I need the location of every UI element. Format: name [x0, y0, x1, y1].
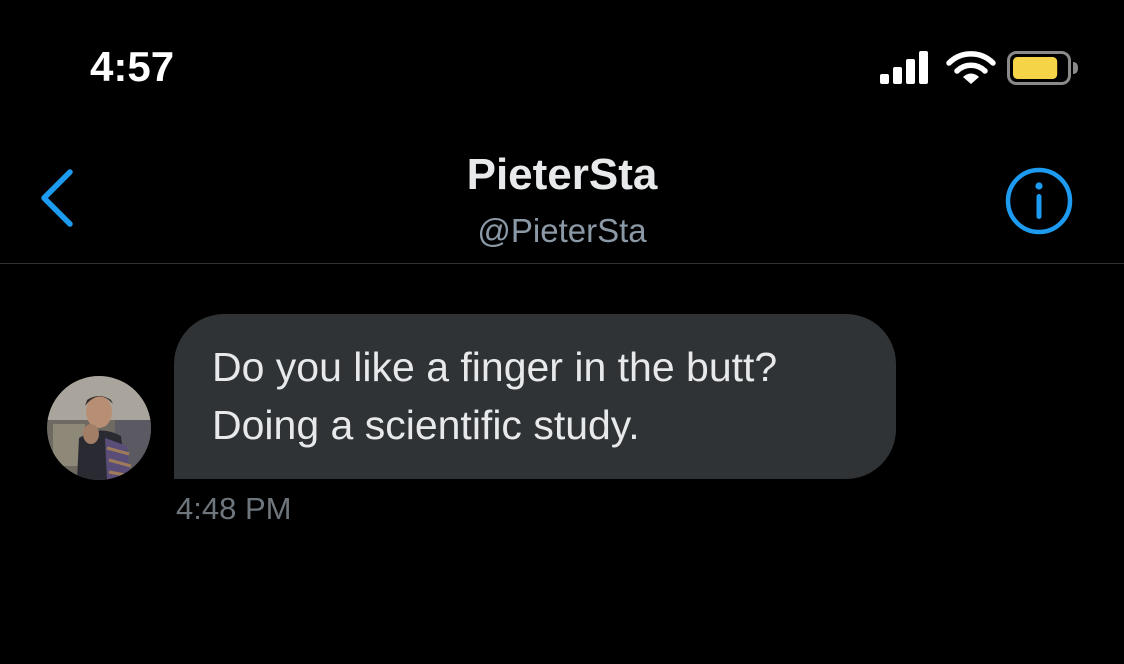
avatar-photo — [47, 376, 151, 480]
wifi-icon — [946, 51, 996, 84]
conversation-title[interactable]: PieterSta — [0, 148, 1124, 202]
signal-bars-icon — [880, 51, 928, 84]
user-avatar[interactable] — [47, 376, 151, 480]
battery-icon — [1007, 51, 1078, 85]
message-timestamp: 4:48 PM — [176, 491, 292, 526]
status-bar-time: 4:57 — [90, 43, 175, 90]
info-button[interactable] — [1002, 164, 1076, 238]
status-bar-icons — [880, 50, 1080, 86]
battery-level-fill — [1013, 57, 1058, 79]
header-divider — [0, 263, 1124, 264]
message-bubble[interactable]: Do you like a finger in the butt? Doing … — [174, 314, 896, 479]
message-text-line: Do you like a finger in the butt? — [212, 344, 778, 390]
info-circle-icon — [1005, 167, 1073, 235]
conversation-handle: @PieterSta — [477, 212, 647, 249]
message-text-line: Doing a scientific study. — [212, 402, 640, 448]
